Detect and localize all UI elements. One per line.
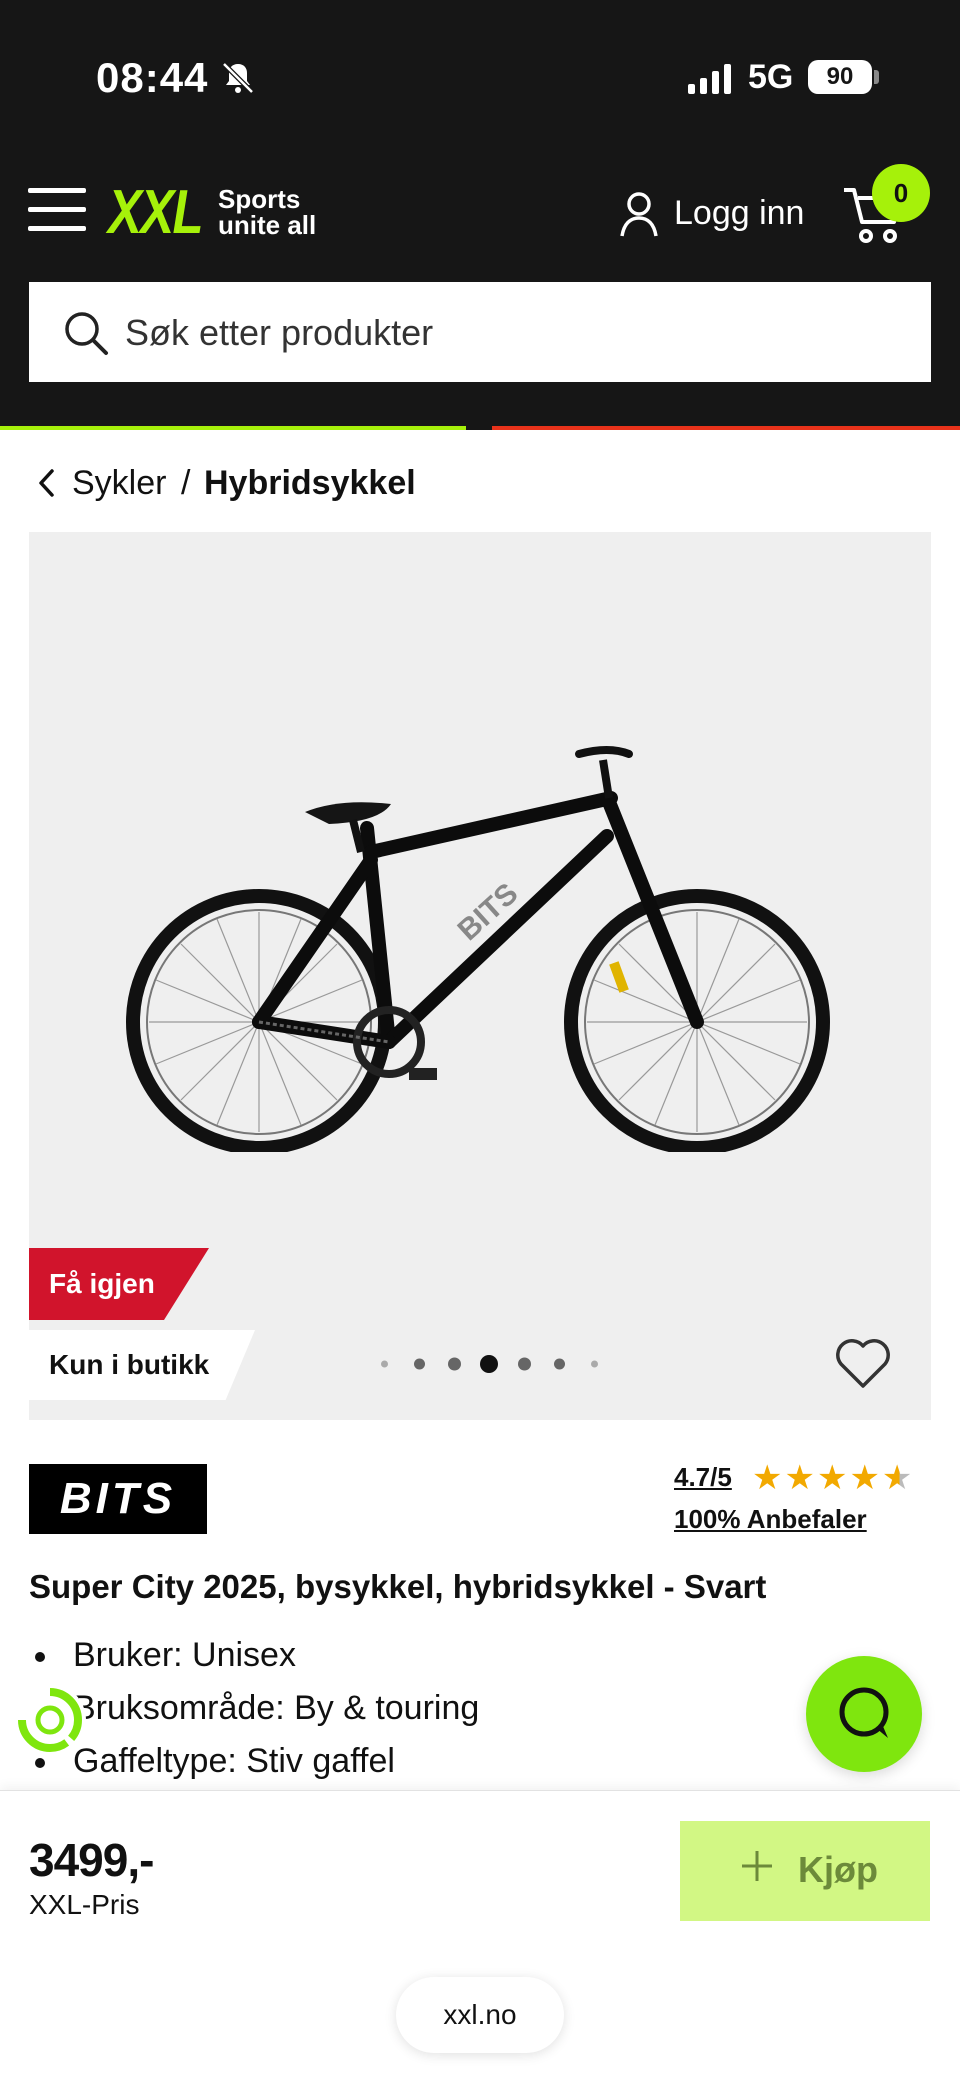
plus-icon [742,1851,772,1881]
gallery-dot[interactable] [380,1360,388,1368]
price: 3499,- [29,1834,154,1886]
search-icon [65,312,108,355]
product-image-gallery[interactable]: BITS Få igjen Kun i butikk [29,532,931,1420]
status-time: 08:44 [96,54,209,101]
logo-tagline: Sports unite all [218,184,317,240]
svg-text:BITS: BITS [452,877,525,947]
product-page: 08:44 5G 90 XXL Sports unite all Logg in… [0,0,960,2087]
search-placeholder: Søk etter produkter [125,312,434,353]
chat-icon [839,1687,889,1738]
chevron-left-icon[interactable] [36,466,58,500]
brand-logo[interactable]: BITS [29,1464,207,1534]
gallery-pagination[interactable] [369,1352,609,1376]
product-image: BITS [126,746,830,1152]
battery-indicator: 90 [808,60,872,94]
rating-score[interactable]: 4.7/5 [674,1462,732,1493]
brand-name: BITS [59,1474,177,1523]
feature-item: Bruker: Unisex [29,1636,789,1689]
gallery-dot[interactable] [447,1357,461,1371]
signal-icon [688,64,731,94]
logo-wordmark: XXL [108,178,204,247]
price-label: XXL-Pris [29,1889,140,1920]
bell-off-icon [222,62,254,94]
product-features-list: Bruker: Unisex Bruksområde: By & touring… [29,1636,789,1795]
eco-icon[interactable] [14,1684,86,1756]
feature-item: Bruksområde: By & touring [29,1689,789,1742]
product-rating[interactable]: 4.7/5 ★★★★★ 100% Anbefaler [674,1459,934,1542]
page-progress-green [0,426,466,430]
breadcrumb-separator: / [181,464,191,502]
cart-count-badge: 0 [872,164,930,222]
in-store-only-badge: Kun i butikk [29,1330,255,1400]
recommend-percentage[interactable]: 100% Anbefaler [674,1504,867,1535]
login-label: Logg inn [674,194,805,232]
page-progress-red [492,426,960,430]
rating-stars: ★★★★★ [752,1459,915,1497]
breadcrumb-parent-link[interactable]: Sykler [72,464,166,503]
network-label: 5G [748,58,794,96]
status-bar: 08:44 5G 90 [0,0,960,150]
heart-icon[interactable] [835,1338,891,1390]
search-input[interactable]: Søk etter produkter [29,282,931,382]
gallery-dot[interactable] [590,1360,598,1368]
breadcrumb-current: Hybridsykkel [204,464,416,502]
buy-label: Kjøp [798,1849,878,1890]
browser-url-pill[interactable]: xxl.no [396,1977,564,2053]
battery-tip [874,70,879,84]
gallery-dot[interactable] [413,1358,425,1370]
buy-button[interactable]: Kjøp [680,1821,930,1921]
gallery-dot[interactable] [553,1358,565,1370]
gallery-dot[interactable] [480,1355,498,1373]
gallery-dot[interactable] [517,1357,531,1371]
header: 08:44 5G 90 XXL Sports unite all Logg in… [0,0,960,430]
feature-item: Gaffeltype: Stiv gaffel [29,1742,789,1795]
top-navigation: XXL Sports unite all Logg inn 0 [0,150,960,275]
hamburger-icon[interactable] [28,188,86,232]
purchase-bar: 3499,- XXL-Pris Kjøp xxl.no [0,1790,960,2087]
cashback-badge: Få igjen [29,1248,209,1320]
product-title: Super City 2025, bysykkel, hybridsykkel … [29,1568,767,1605]
chat-button[interactable] [806,1656,922,1772]
user-icon [620,192,658,237]
